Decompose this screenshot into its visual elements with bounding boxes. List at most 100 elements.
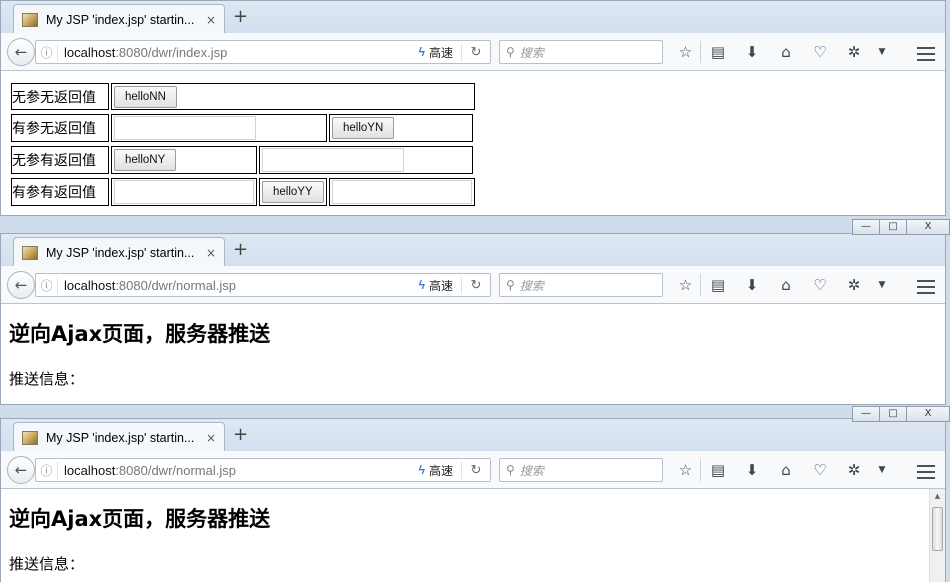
param-input-yn[interactable] [114,116,256,140]
tab-close-icon[interactable]: × [204,246,218,260]
toolbar-icons: ☆ ▤ ⬇ ⌂ ♡ ✲ ▼ [671,459,893,481]
search-icon: ⚲ [506,278,515,292]
hamburger-menu-icon[interactable] [917,461,935,483]
chevron-down-icon[interactable]: ▼ [871,274,893,296]
row-label: 有参有返回值 [11,178,109,206]
hamburger-menu-icon[interactable] [917,276,935,298]
browser-window-normal-2: My JSP 'index.jsp' startin... × + ← ⓘ lo… [0,418,946,582]
home-icon[interactable]: ⌂ [769,459,803,481]
search-input[interactable]: ⚲ 搜索 [499,273,663,297]
minimize-icon[interactable]: — [852,406,880,422]
push-info-label: 推送信息： [9,370,85,388]
search-placeholder: 搜索 [519,278,544,293]
nav-toolbar: ← ⓘ localhost:8080/dwr/normal.jsp ϟ 高速 ↻ … [1,266,945,304]
restore-icon[interactable]: □ [879,406,907,422]
close-window-icon[interactable]: X [906,406,950,422]
toolbar-icons: ☆ ▤ ⬇ ⌂ ♡ ✲ ▼ [671,41,893,63]
result-field-ny[interactable] [262,148,404,172]
dwr-demo-row: 有参无返回值 helloYN [9,112,475,144]
extension-bug-icon[interactable]: ✲ [837,41,871,63]
download-icon[interactable]: ⬇ [735,41,769,63]
window-controls: — □ X [852,219,950,235]
chevron-down-icon[interactable]: ▼ [871,41,893,63]
page-heading: 逆向Ajax页面，服务器推送 [9,322,271,346]
site-info-icon[interactable]: ⓘ [36,276,58,294]
download-icon[interactable]: ⬇ [735,459,769,481]
back-arrow-icon[interactable]: ← [7,455,35,484]
lightning-icon: ϟ [418,45,425,59]
address-bar[interactable]: ⓘ localhost:8080/dwr/normal.jsp ϟ 高速 ↻ [35,273,491,297]
browser-tab[interactable]: My JSP 'index.jsp' startin... × [13,4,225,34]
site-info-icon[interactable]: ⓘ [36,43,58,61]
lightning-icon: ϟ [418,278,425,292]
speed-mode-toggle[interactable]: ϟ 高速 [411,461,462,479]
extension-bug-icon[interactable]: ✲ [837,274,871,296]
chevron-down-icon[interactable]: ▼ [871,459,893,481]
hello-yn-button[interactable]: helloYN [332,117,395,139]
pocket-icon[interactable]: ♡ [803,274,837,296]
address-bar[interactable]: ⓘ localhost:8080/dwr/index.jsp ϟ 高速 ↻ [35,40,491,64]
page-favicon-icon [22,12,38,27]
reload-icon[interactable]: ↻ [462,462,490,478]
row-label: 无参无返回值 [11,83,109,110]
reading-list-icon[interactable]: ▤ [701,459,735,481]
new-tab-button[interactable]: + [233,425,248,445]
tab-close-icon[interactable]: × [204,13,218,27]
speed-mode-toggle[interactable]: ϟ 高速 [411,276,462,294]
hello-ny-button[interactable]: helloNY [114,149,177,171]
home-icon[interactable]: ⌂ [769,41,803,63]
new-tab-button[interactable]: + [233,240,248,260]
scroll-up-icon[interactable]: ▲ [930,489,945,503]
bookmark-star-icon[interactable]: ☆ [671,41,701,63]
hello-yy-button[interactable]: helloYY [262,181,324,203]
result-field-yy[interactable] [332,180,472,204]
nav-toolbar: ← ⓘ localhost:8080/dwr/index.jsp ϟ 高速 ↻ ⚲… [1,33,945,71]
tab-strip: My JSP 'index.jsp' startin... × + [1,1,945,34]
search-placeholder: 搜索 [519,45,544,60]
search-input[interactable]: ⚲ 搜索 [499,458,663,482]
address-bar[interactable]: ⓘ localhost:8080/dwr/normal.jsp ϟ 高速 ↻ [35,458,491,482]
extension-bug-icon[interactable]: ✲ [837,459,871,481]
site-info-icon[interactable]: ⓘ [36,461,58,479]
restore-icon[interactable]: □ [879,219,907,235]
pocket-icon[interactable]: ♡ [803,41,837,63]
back-arrow-icon[interactable]: ← [7,270,35,299]
lightning-icon: ϟ [418,463,425,477]
dwr-demo-row: 有参有返回值 helloYY [9,176,477,208]
tab-title: My JSP 'index.jsp' startin... [46,245,195,260]
dwr-demo-row: 无参有返回值 helloNY [9,144,475,176]
new-tab-button[interactable]: + [233,7,248,27]
minimize-icon[interactable]: — [852,219,880,235]
browser-window-index: My JSP 'index.jsp' startin... × + ← ⓘ lo… [0,0,946,216]
browser-window-normal: My JSP 'index.jsp' startin... × + ← ⓘ lo… [0,233,946,405]
browser-tab[interactable]: My JSP 'index.jsp' startin... × [13,422,225,452]
home-icon[interactable]: ⌂ [769,274,803,296]
browser-tab[interactable]: My JSP 'index.jsp' startin... × [13,237,225,267]
reload-icon[interactable]: ↻ [462,44,490,60]
tab-strip: My JSP 'index.jsp' startin... × + [1,234,945,267]
scrollbar-thumb[interactable] [932,507,943,551]
search-input[interactable]: ⚲ 搜索 [499,40,663,64]
page-heading: 逆向Ajax页面，服务器推送 [9,507,271,531]
pocket-icon[interactable]: ♡ [803,459,837,481]
page-favicon-icon [22,430,38,445]
bookmark-star-icon[interactable]: ☆ [671,459,701,481]
speed-mode-toggle[interactable]: ϟ 高速 [411,43,462,61]
param-input-yy[interactable] [114,180,254,204]
close-window-icon[interactable]: X [906,219,950,235]
url-text[interactable]: localhost:8080/dwr/normal.jsp [64,463,411,478]
tab-title: My JSP 'index.jsp' startin... [46,430,195,445]
download-icon[interactable]: ⬇ [735,274,769,296]
hamburger-menu-icon[interactable] [917,43,935,65]
back-arrow-icon[interactable]: ← [7,37,35,66]
hello-nn-button[interactable]: helloNN [114,85,177,108]
reload-icon[interactable]: ↻ [462,277,490,293]
reading-list-icon[interactable]: ▤ [701,41,735,63]
vertical-scrollbar[interactable]: ▲ [929,489,945,582]
url-text[interactable]: localhost:8080/dwr/index.jsp [64,45,411,60]
tab-strip: My JSP 'index.jsp' startin... × + [1,419,945,452]
url-text[interactable]: localhost:8080/dwr/normal.jsp [64,278,411,293]
bookmark-star-icon[interactable]: ☆ [671,274,701,296]
reading-list-icon[interactable]: ▤ [701,274,735,296]
tab-close-icon[interactable]: × [204,431,218,445]
